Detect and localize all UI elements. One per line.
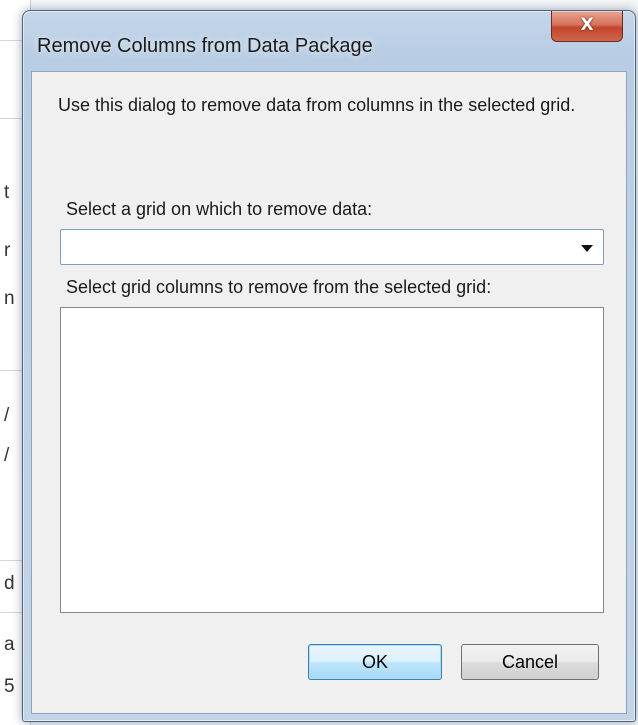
cancel-button[interactable]: Cancel [461,644,599,680]
background-text-fragment: 5 [4,676,15,697]
background-text-fragment: / [4,405,10,426]
background-text-fragment: t [4,182,10,203]
columns-listbox[interactable] [60,307,604,613]
dialog-description: Use this dialog to remove data from colu… [58,95,576,115]
grid-select-label: Select a grid on which to remove data: [66,199,373,219]
dialog-body: Use this dialog to remove data from colu… [31,71,627,714]
close-icon: X [580,15,594,35]
dialog-titlebar[interactable]: Remove Columns from Data Package X [23,11,635,71]
chevron-down-icon[interactable] [581,245,593,252]
remove-columns-dialog: Remove Columns from Data Package X Use t… [22,10,636,722]
columns-list-label: Select grid columns to remove from the s… [66,277,492,297]
background-text-fragment: / [4,445,10,466]
background-text-fragment: d [4,573,15,594]
background-text-fragment: n [4,288,15,309]
background-text-fragment: a [4,634,15,655]
ok-button[interactable]: OK [308,644,442,680]
background-text-fragment: r [4,240,11,261]
grid-select-dropdown[interactable] [60,229,604,265]
dialog-title: Remove Columns from Data Package [37,35,373,57]
close-button[interactable]: X [551,11,623,42]
